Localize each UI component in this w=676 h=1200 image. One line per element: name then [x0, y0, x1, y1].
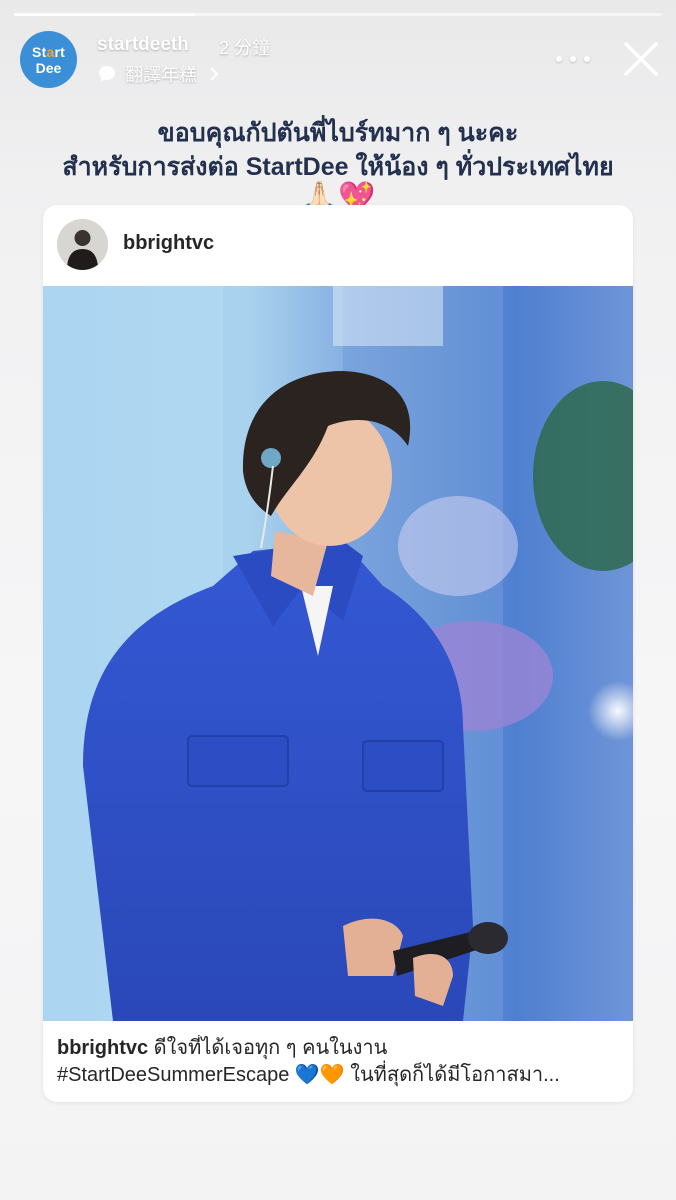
dot [570, 56, 576, 62]
post-caption: bbrightvc ดีใจที่ได้เจอทุก ๆ คนในงาน #St… [57, 1035, 623, 1089]
post-caption-line-1: bbrightvc ดีใจที่ได้เจอทุก ๆ คนในงาน [57, 1037, 388, 1059]
post-time: 2 分鐘 [219, 38, 271, 58]
chevron-right-icon [210, 67, 219, 81]
account-avatar[interactable]: Start Dee [20, 31, 77, 88]
post-author-avatar[interactable] [57, 219, 108, 270]
close-icon[interactable] [622, 40, 660, 78]
post-caption-username[interactable]: bbrightvc [57, 1037, 148, 1059]
more-options-button[interactable] [556, 46, 590, 72]
speech-bubble-icon [99, 66, 115, 82]
post-photo [43, 286, 633, 1021]
post-caption-line-2: #StartDeeSummerEscape 💙🧡 ในที่สุดก็ได้มี… [57, 1064, 560, 1086]
story-progress-bar [14, 13, 662, 16]
profile-photo [57, 219, 108, 270]
shared-post-card[interactable]: bbrightvc bbrightvc ดีใจที่ได้เจอทุก ๆ ค… [43, 205, 633, 1102]
translate-link[interactable]: 翻譯年糕 [97, 61, 219, 87]
post-author-username[interactable]: bbrightvc [123, 232, 214, 255]
account-username[interactable]: startdeeth [97, 34, 189, 56]
translate-label: 翻譯年糕 [125, 65, 197, 85]
dot [556, 56, 562, 62]
dot [584, 56, 590, 62]
story-progress-fill [14, 13, 196, 16]
